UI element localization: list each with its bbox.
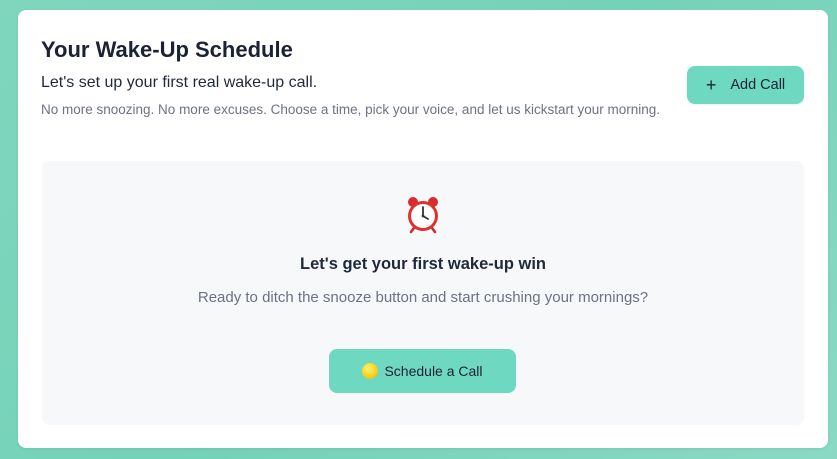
schedule-card: Your Wake-Up Schedule Let's set up your … bbox=[18, 10, 828, 448]
schedule-call-label: Schedule a Call bbox=[384, 363, 483, 379]
page-subtitle: Let's set up your first real wake-up cal… bbox=[41, 74, 318, 91]
add-call-label: Add Call bbox=[730, 77, 786, 93]
add-call-button[interactable]: + Add Call bbox=[687, 66, 804, 104]
empty-state-text: Ready to ditch the snooze button and sta… bbox=[197, 289, 649, 306]
empty-state-title: Let's get your first wake-up win bbox=[300, 255, 546, 273]
page-title: Your Wake-Up Schedule bbox=[41, 37, 293, 62]
plus-icon: + bbox=[705, 75, 717, 95]
page-description: No more snoozing. No more excuses. Choos… bbox=[41, 102, 661, 117]
schedule-call-button[interactable]: Schedule a Call bbox=[329, 349, 516, 393]
empty-state: Let's get your first wake-up win Ready t… bbox=[42, 161, 804, 425]
alarm-clock-icon bbox=[42, 194, 804, 234]
header: Your Wake-Up Schedule Let's set up your … bbox=[41, 36, 661, 120]
sun-icon bbox=[362, 363, 379, 379]
